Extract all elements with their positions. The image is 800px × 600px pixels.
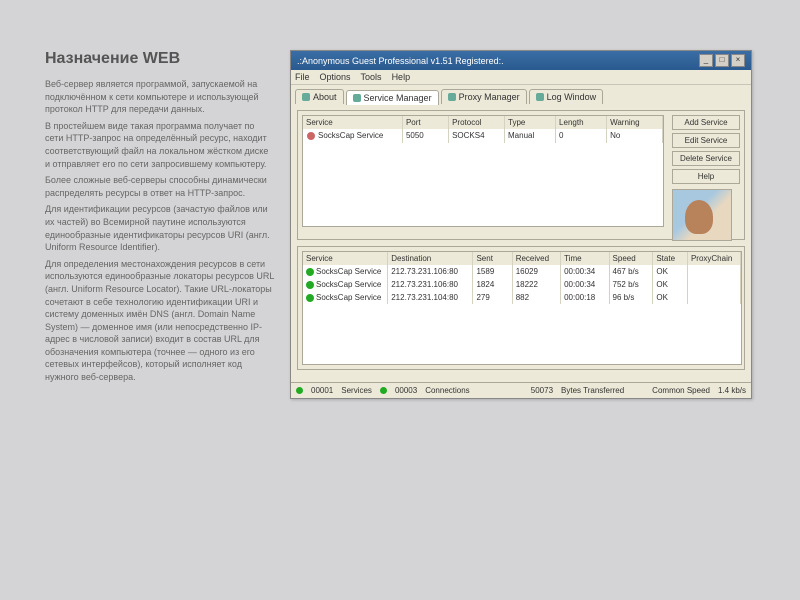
socks-icon (306, 131, 316, 141)
status-services-label: Services (341, 386, 372, 395)
status-dot-icon (296, 387, 303, 394)
statusbar: 00001 Services 00003 Connections 50073 B… (291, 382, 751, 398)
table-row[interactable]: SocksCap Service212.73.231.104:802798820… (303, 291, 741, 304)
log-icon (536, 93, 544, 101)
service-buttons: Add Service Edit Service Delete Service … (672, 115, 740, 241)
article-p2: В простейшем виде такая программа получа… (45, 120, 275, 170)
article-title: Назначение WEB (45, 50, 275, 68)
content-area: Service Port Protocol Type Length Warnin… (291, 104, 751, 382)
app-window: .:Anonymous Guest Professional v1.51 Reg… (290, 50, 752, 399)
maximize-button[interactable]: □ (715, 54, 729, 67)
article-p1: Веб-сервер является программой, запускае… (45, 78, 275, 116)
active-icon (306, 281, 314, 289)
add-service-button[interactable]: Add Service (672, 115, 740, 130)
connections-grid-body: SocksCap Service212.73.231.106:801589160… (303, 265, 741, 304)
titlebar[interactable]: .:Anonymous Guest Professional v1.51 Reg… (291, 51, 751, 70)
menu-file[interactable]: File (295, 72, 310, 82)
delete-service-button[interactable]: Delete Service (672, 151, 740, 166)
connections-grid[interactable]: Service Destination Sent Received Time S… (302, 251, 742, 365)
connections-panel: Service Destination Sent Received Time S… (297, 246, 745, 370)
tab-about[interactable]: About (295, 89, 344, 104)
about-icon (302, 93, 310, 101)
status-speed-label: Common Speed (652, 386, 710, 395)
status-speed-value: 1.4 kb/s (718, 386, 746, 395)
table-row[interactable]: SocksCap Service212.73.231.106:801824182… (303, 278, 741, 291)
services-grid[interactable]: Service Port Protocol Type Length Warnin… (302, 115, 664, 227)
article-p5: Для определения местонахождения ресурсов… (45, 258, 275, 384)
table-row[interactable]: SocksCap Service5050SOCKS4Manual0No (303, 129, 663, 143)
window-title: .:Anonymous Guest Professional v1.51 Reg… (297, 56, 504, 66)
status-dot-icon (380, 387, 387, 394)
active-icon (306, 294, 314, 302)
proxy-icon (448, 93, 456, 101)
edit-service-button[interactable]: Edit Service (672, 133, 740, 148)
services-grid-body: SocksCap Service5050SOCKS4Manual0No (303, 129, 663, 143)
tab-proxy-manager[interactable]: Proxy Manager (441, 89, 527, 104)
menu-options[interactable]: Options (320, 72, 351, 82)
article-p4: Для идентификации ресурсов (зачастую фай… (45, 203, 275, 253)
table-row[interactable]: SocksCap Service212.73.231.106:801589160… (303, 265, 741, 278)
service-icon (353, 94, 361, 102)
tab-service-manager[interactable]: Service Manager (346, 90, 439, 105)
article-text: Назначение WEB Веб-сервер является прогр… (45, 50, 275, 388)
status-conn-label: Connections (425, 386, 469, 395)
connections-grid-header: Service Destination Sent Received Time S… (303, 252, 741, 265)
tab-log-window[interactable]: Log Window (529, 89, 604, 104)
services-grid-header: Service Port Protocol Type Length Warnin… (303, 116, 663, 129)
preview-image (672, 189, 732, 241)
help-button[interactable]: Help (672, 169, 740, 184)
services-panel: Service Port Protocol Type Length Warnin… (297, 110, 745, 240)
minimize-button[interactable]: _ (699, 54, 713, 67)
close-button[interactable]: × (731, 54, 745, 67)
menubar: File Options Tools Help (291, 70, 751, 85)
status-bytes-count: 50073 (531, 386, 553, 395)
status-conn-count: 00003 (395, 386, 417, 395)
status-services-count: 00001 (311, 386, 333, 395)
active-icon (306, 268, 314, 276)
menu-help[interactable]: Help (392, 72, 411, 82)
menu-tools[interactable]: Tools (361, 72, 382, 82)
status-bytes-label: Bytes Transferred (561, 386, 624, 395)
tabs: About Service Manager Proxy Manager Log … (291, 85, 751, 104)
article-p3: Более сложные веб-серверы способны динам… (45, 174, 275, 199)
